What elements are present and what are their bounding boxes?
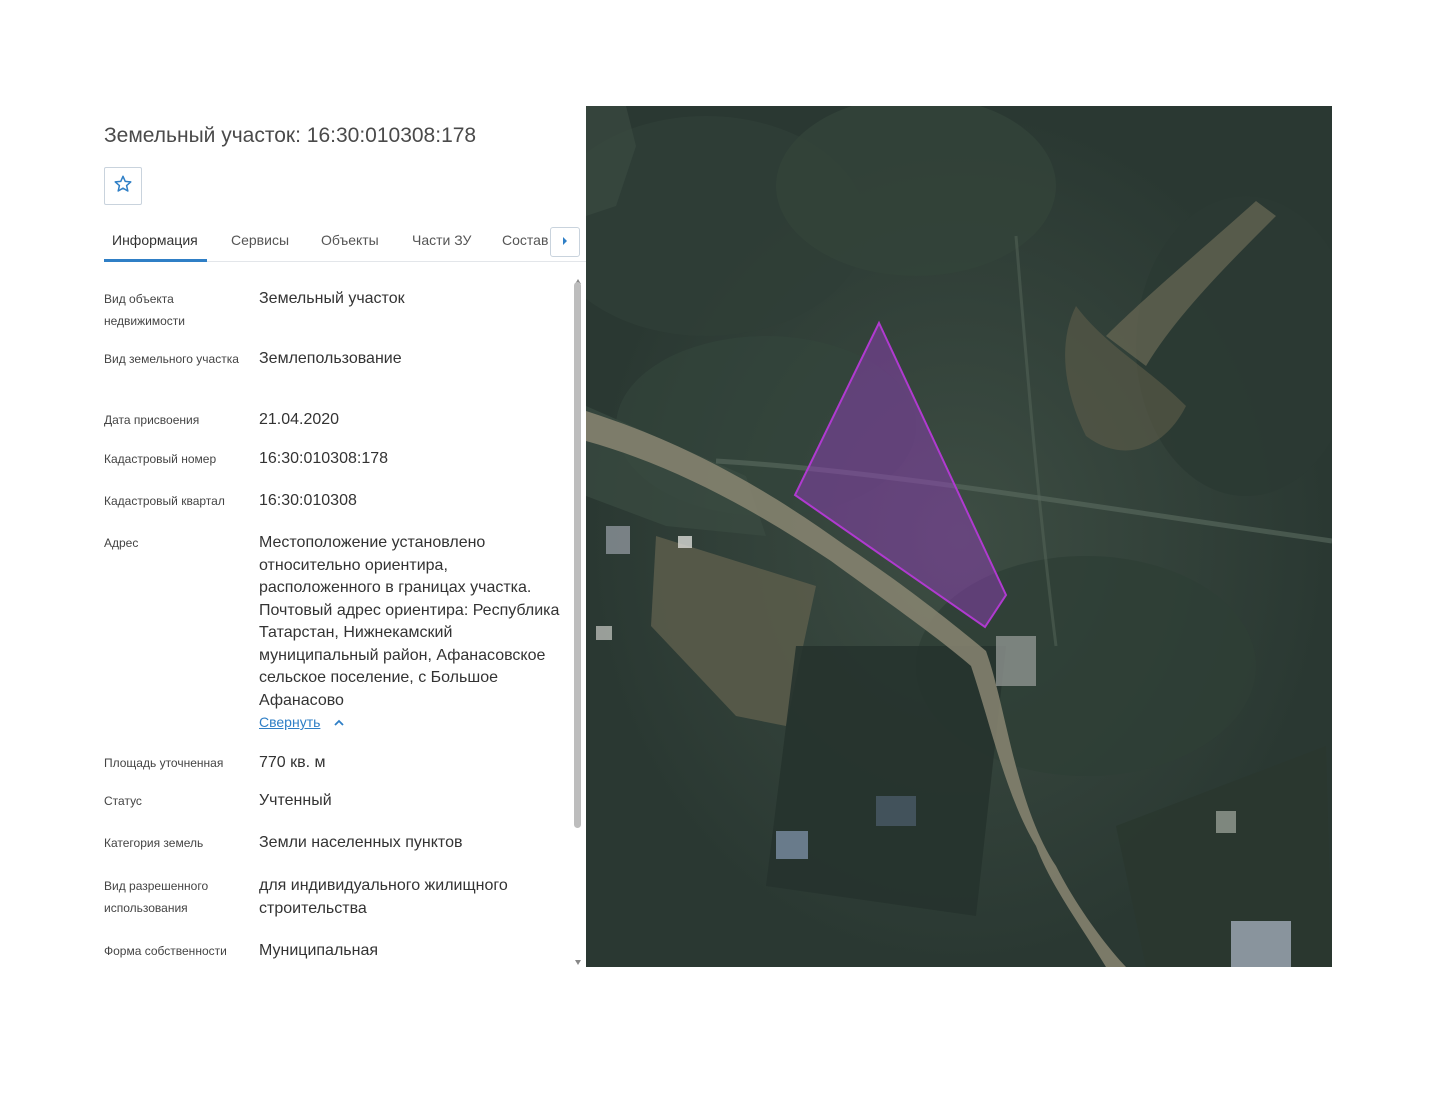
detail-value: Местоположение установлено относительно … — [259, 534, 560, 709]
detail-value: Землепользование — [259, 350, 402, 367]
detail-label: Вид объекта недвижимости — [104, 292, 185, 328]
detail-label: Площадь уточненная — [104, 756, 224, 770]
scrollbar-thumb[interactable] — [574, 282, 581, 828]
favorite-button[interactable] — [104, 167, 142, 205]
star-icon — [113, 174, 133, 199]
collapse-address-link[interactable]: Свернуть — [259, 714, 344, 730]
detail-value: Земельный участок — [259, 290, 405, 307]
page-title: Земельный участок: 16:30:010308:178 — [104, 124, 477, 147]
tab-composition[interactable]: Состав — [502, 232, 548, 248]
detail-value: для индивидуального жилищного строительс… — [259, 877, 508, 917]
tab-bar: Информация Сервисы Объекты Части ЗУ Сост… — [104, 222, 586, 262]
tab-services[interactable]: Сервисы — [231, 232, 289, 248]
detail-value: Учтенный — [259, 792, 332, 809]
map-imagery — [586, 106, 1332, 967]
detail-label: Вид земельного участка — [104, 352, 239, 366]
tab-objects[interactable]: Объекты — [321, 232, 379, 248]
tab-land-parts[interactable]: Части ЗУ — [412, 232, 471, 248]
detail-label: Кадастровый квартал — [104, 494, 225, 508]
chevron-right-icon — [561, 233, 569, 251]
detail-value: 770 кв. м — [259, 754, 326, 771]
detail-value: 16:30:010308 — [259, 492, 357, 509]
detail-label: Категория земель — [104, 836, 204, 850]
details-list: Вид объекта недвижимости Земельный участ… — [104, 280, 574, 970]
chevron-up-icon — [333, 716, 345, 732]
active-tab-indicator — [104, 259, 207, 262]
detail-label: Вид разрешенного использования — [104, 879, 209, 915]
detail-label: Адрес — [104, 536, 139, 550]
detail-value: 16:30:010308:178 — [259, 450, 389, 467]
detail-value: Муниципальная — [259, 942, 379, 959]
detail-label: Форма собственности — [104, 944, 227, 958]
satellite-map[interactable] — [586, 106, 1332, 967]
tabs-scroll-right-button[interactable] — [550, 227, 580, 257]
detail-value: Земли населенных пунктов — [259, 834, 463, 851]
info-panel: Земельный участок: 16:30:010308:178 Инфо… — [0, 0, 586, 1117]
detail-label: Статус — [104, 794, 142, 808]
detail-value: 21.04.2020 — [259, 411, 340, 428]
tab-information[interactable]: Информация — [112, 232, 198, 248]
detail-label: Кадастровый номер — [104, 452, 217, 466]
detail-label: Дата присвоения — [104, 413, 200, 427]
